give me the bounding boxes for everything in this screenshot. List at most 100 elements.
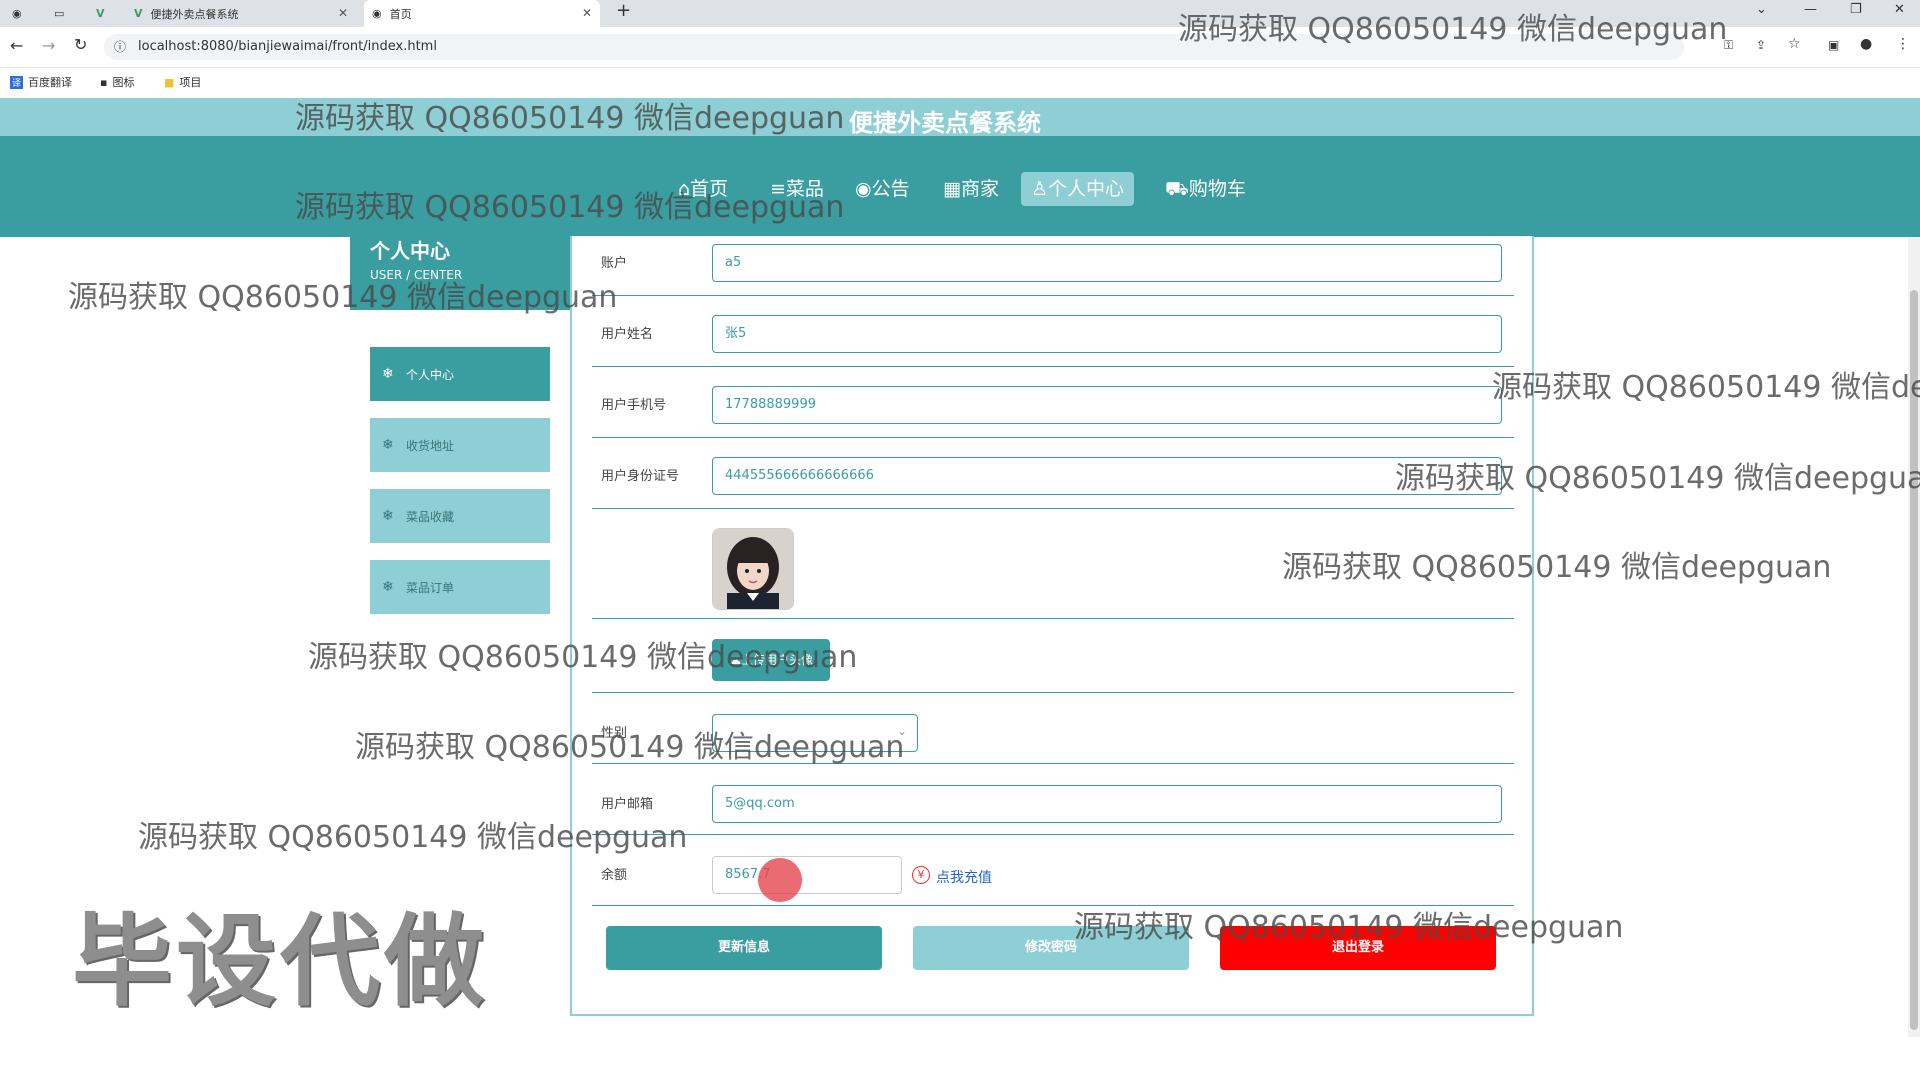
close-icon[interactable]: ✕	[338, 6, 348, 20]
bookmark-translate[interactable]: 译 百度翻译	[10, 74, 72, 90]
user-icon: ♙	[1031, 178, 1049, 200]
blank-page-icon: ▭	[54, 7, 65, 20]
share-icon[interactable]: ⇪	[1756, 38, 1766, 52]
divider	[592, 834, 1514, 835]
url-text: localhost:8080/bianjiewaimai/front/index…	[138, 39, 437, 54]
snowflake-icon: ❄	[382, 579, 394, 595]
minimize-icon[interactable]: —	[1804, 2, 1817, 17]
nav-label: 购物车	[1188, 178, 1246, 200]
watermark: 源码获取 QQ86050149 微信deepguan	[1178, 12, 1728, 47]
reload-icon[interactable]: ↻	[74, 35, 87, 54]
translate-icon: 译	[10, 75, 24, 89]
folder-icon: ■	[164, 75, 175, 89]
tab-home[interactable]: ◉ 首页 ✕	[364, 0, 600, 27]
avatar	[712, 528, 794, 610]
new-tab-icon[interactable]: +	[616, 0, 631, 21]
sidebar-item-favorites[interactable]: ❄ 菜品收藏	[370, 489, 550, 543]
tab-app[interactable]: V 便捷外卖点餐系统 ✕	[126, 0, 356, 27]
bookmark-icons[interactable]: ▪ 图标	[100, 74, 134, 90]
sidebar-item-label: 菜品订单	[406, 580, 455, 595]
name-input[interactable]: 张5	[712, 315, 1502, 353]
click-indicator	[758, 858, 802, 902]
account-input[interactable]: a5	[712, 244, 1502, 282]
watermark: 源码获取 QQ86050149 微信deepguan	[295, 190, 845, 225]
watermark: 源码获取 QQ86050149 微信deepguar	[1395, 461, 1920, 496]
divider	[592, 618, 1514, 619]
tab-title: 首页	[389, 7, 412, 21]
watermark: 源码获取 QQ86050149 微信deepguan	[295, 101, 845, 136]
update-info-button[interactable]: 更新信息	[606, 926, 882, 970]
idcard-label: 用户身份证号	[601, 469, 680, 484]
watermark: 源码获取 QQ86050149 微信deepguan	[1074, 910, 1624, 945]
vue-logo-icon: V	[96, 7, 105, 20]
nav-cart[interactable]: ⛟购物车	[1155, 172, 1256, 206]
bookmark-icon: ▪	[100, 75, 108, 89]
watermark: 源码获取 QQ86050149 微信deepguan	[355, 730, 905, 765]
yuan-icon: ¥	[912, 866, 930, 884]
site-title: 便捷外卖点餐系统	[849, 109, 1041, 137]
balance-input[interactable]: 8567.7	[712, 856, 902, 894]
sidebar-item-label: 个人中心	[406, 367, 455, 382]
tab-pinned-2[interactable]: ▭	[46, 0, 86, 27]
nav-merchant[interactable]: ▦商家	[933, 172, 1009, 206]
email-input[interactable]: 5@qq.com	[712, 785, 1502, 823]
email-label: 用户邮箱	[601, 797, 654, 812]
restore-icon[interactable]: ❐	[1850, 2, 1862, 17]
tab-pinned-3[interactable]: V	[88, 0, 124, 27]
shop-icon: ▦	[943, 178, 961, 200]
tab-pinned[interactable]: ◉	[4, 0, 44, 27]
watermark: 源码获取 QQ86050149 微信deepguan	[308, 640, 858, 675]
star-icon[interactable]: ☆	[1788, 36, 1801, 52]
nav-label: 商家	[960, 178, 999, 200]
nav-label: 公告	[871, 178, 910, 200]
snowflake-icon: ❄	[382, 437, 394, 453]
globe-icon: ◉	[372, 7, 382, 20]
profile-form-panel	[570, 236, 1534, 1016]
divider	[592, 437, 1514, 438]
divider	[592, 692, 1514, 693]
snowflake-icon: ❄	[382, 508, 394, 524]
account-label: 账户	[601, 256, 628, 271]
balance-label: 余额	[601, 868, 628, 883]
sidebar-item-personal-center[interactable]: ❄ 个人中心	[370, 347, 550, 401]
nav-personal-center[interactable]: ♙个人中心	[1021, 172, 1135, 206]
globe-icon: ◉	[12, 7, 22, 20]
cart-icon: ⛟	[1165, 178, 1189, 200]
sidebar-item-orders[interactable]: ❄ 菜品订单	[370, 560, 550, 614]
phone-label: 用户手机号	[601, 398, 667, 413]
watermark: 源码获取 QQ86050149 微信de	[1492, 370, 1920, 405]
globe-icon: ◉	[855, 178, 872, 200]
nav-notice[interactable]: ◉公告	[845, 172, 920, 206]
bookmarks-bar: 译 百度翻译 ▪ 图标 ■ 项目	[0, 68, 1920, 98]
sidebar-title: 个人中心	[370, 239, 450, 263]
name-label: 用户姓名	[601, 327, 654, 342]
sidebar-item-address[interactable]: ❄ 收货地址	[370, 418, 550, 472]
bookmark-label: 百度翻译	[28, 76, 73, 89]
profile-icon[interactable]: ●	[1860, 36, 1872, 52]
info-icon: ⓘ	[114, 40, 127, 54]
phone-input[interactable]: 17788889999	[712, 386, 1502, 424]
forward-icon[interactable]: →	[42, 36, 55, 55]
idcard-input[interactable]: 444555666666666666	[712, 457, 1502, 495]
recharge-link[interactable]: 点我充值	[936, 867, 992, 887]
back-icon[interactable]: ←	[10, 36, 23, 55]
vue-logo-icon: V	[134, 7, 143, 20]
bookmark-label: 图标	[112, 76, 135, 89]
tab-title: 便捷外卖点餐系统	[150, 7, 239, 21]
snowflake-icon: ❄	[382, 366, 394, 382]
big-watermark: 毕设代做	[72, 903, 488, 1020]
sidepanel-icon[interactable]: ▣	[1828, 38, 1839, 52]
close-icon[interactable]: ✕	[582, 6, 592, 20]
more-icon[interactable]: ⋮	[1896, 36, 1910, 52]
close-window-icon[interactable]: ✕	[1894, 2, 1905, 17]
watermark: 源码获取 QQ86050149 微信deepguan	[1282, 550, 1832, 585]
bookmark-label: 项目	[179, 76, 202, 89]
nav-label: 个人中心	[1048, 178, 1125, 200]
watermark: 源码获取 QQ86050149 微信deepguan	[138, 820, 688, 855]
watermark: 源码获取 QQ86050149 微信deepguan	[68, 280, 618, 315]
avatar-image	[713, 529, 793, 609]
divider	[592, 366, 1514, 367]
sidebar-item-label: 收货地址	[406, 438, 455, 453]
chevron-down-icon[interactable]: ⌄	[1756, 2, 1767, 17]
bookmark-project[interactable]: ■ 项目	[164, 74, 201, 90]
